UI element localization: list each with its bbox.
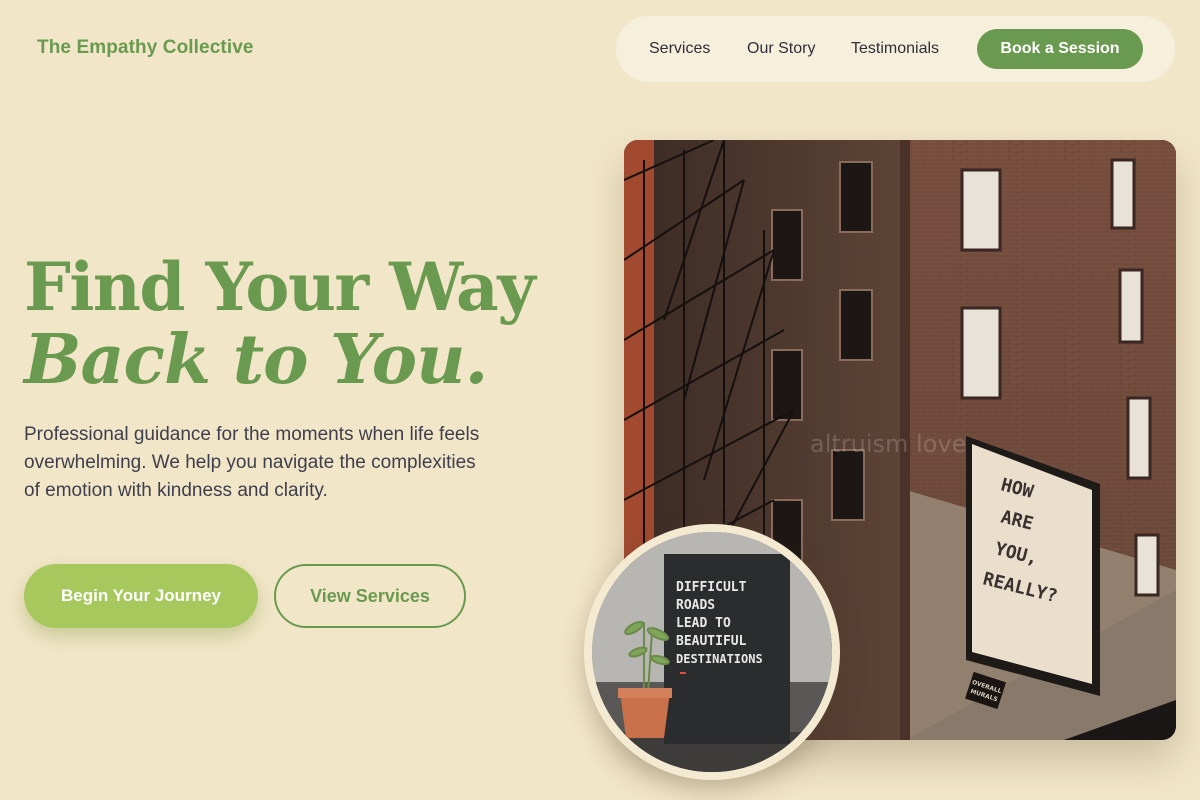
view-services-button[interactable]: View Services	[274, 564, 466, 628]
book-session-button[interactable]: Book a Session	[977, 29, 1143, 69]
main-nav: Services Our Story Testimonials Book a S…	[616, 16, 1175, 82]
hero-title-line2: Back to You.	[24, 320, 488, 400]
hero-title: Find Your Way Back to You.	[24, 248, 536, 400]
begin-journey-button[interactable]: Begin Your Journey	[24, 564, 258, 628]
nav-link-services[interactable]: Services	[649, 40, 710, 58]
board-text-line1: DIFFICULT	[676, 580, 747, 595]
nav-link-our-story[interactable]: Our Story	[747, 40, 815, 58]
board-text-line4: BEAUTIFUL	[676, 634, 747, 649]
photo-watermark: altruism love	[810, 430, 966, 458]
board-text-line2: ROADS	[676, 598, 715, 613]
inset-letterboard-photo: DIFFICULT ROADS LEAD TO BEAUTIFUL DESTIN…	[584, 524, 840, 780]
nav-link-testimonials[interactable]: Testimonials	[851, 40, 939, 58]
hero-title-line1: Find Your Way	[24, 248, 536, 326]
board-text-line3: LEAD TO	[676, 616, 731, 631]
board-text-line5: DESTINATIONS	[676, 652, 763, 666]
hero-description: Professional guidance for the moments wh…	[24, 424, 480, 501]
brand-logo[interactable]: The Empathy Collective	[37, 37, 254, 59]
